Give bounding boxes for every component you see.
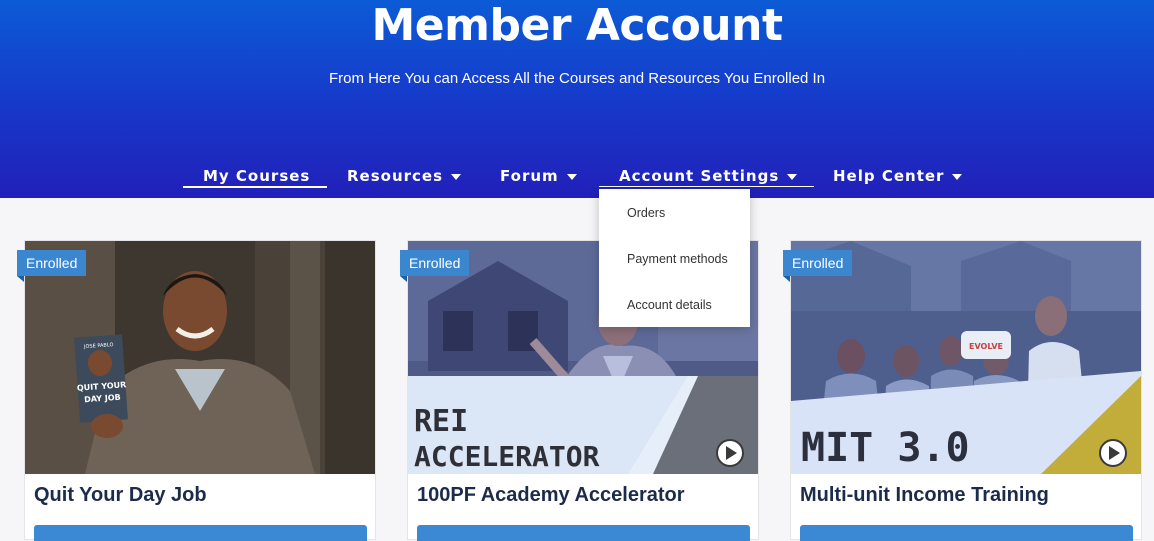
main-nav: My Courses Resources Forum Account Setti… <box>0 162 1154 192</box>
caret-down-icon <box>787 173 798 180</box>
course-card[interactable]: JOSE PABLO QUIT YOUR DAY JOB Quit Your D… <box>24 240 376 541</box>
hover-nav-underline <box>599 186 814 187</box>
nav-help-center[interactable]: Help Center <box>833 162 963 190</box>
course-title[interactable]: Quit Your Day Job <box>34 484 207 507</box>
course-card[interactable]: EVOLVE MIT 3.0 Multi-unit Income Trainin… <box>790 240 1142 541</box>
page-subtitle: From Here You can Access All the Courses… <box>328 70 826 87</box>
nav-forum[interactable]: Forum <box>500 162 577 190</box>
nav-label: My Courses <box>203 167 311 185</box>
megaphone-brand-text: EVOLVE <box>969 342 1003 351</box>
caret-down-icon <box>451 173 462 180</box>
course-title[interactable]: Multi-unit Income Training <box>800 484 1049 507</box>
nav-resources[interactable]: Resources <box>347 162 462 190</box>
banner-text-line1: REI <box>414 404 468 439</box>
nav-label: Resources <box>347 167 444 185</box>
enrolled-badge: Enrolled <box>783 250 853 282</box>
enrolled-badge: Enrolled <box>400 250 470 282</box>
enrolled-badge: Enrolled <box>17 250 87 282</box>
course-button[interactable] <box>34 525 367 541</box>
banner-text-line2: ACCELERATOR <box>414 440 600 473</box>
nav-label: Help Center <box>833 167 945 185</box>
caret-down-icon <box>566 173 577 180</box>
nav-label: Forum <box>500 167 559 185</box>
course-button[interactable] <box>417 525 750 541</box>
active-nav-underline <box>183 186 327 188</box>
banner-text: MIT 3.0 <box>801 425 970 471</box>
page-title: Member Account <box>371 0 783 51</box>
dropdown-item-payment-methods[interactable]: Payment methods <box>627 251 728 267</box>
caret-down-icon <box>952 173 963 180</box>
hero-banner: Member Account From Here You can Access … <box>0 0 1154 198</box>
account-settings-dropdown: Orders Payment methods Account details <box>599 189 750 327</box>
dropdown-item-account-details[interactable]: Account details <box>627 297 712 313</box>
dropdown-item-orders[interactable]: Orders <box>627 205 665 221</box>
course-title[interactable]: 100PF Academy Accelerator <box>417 484 685 507</box>
course-button[interactable] <box>800 525 1133 541</box>
nav-label: Account Settings <box>619 167 780 185</box>
